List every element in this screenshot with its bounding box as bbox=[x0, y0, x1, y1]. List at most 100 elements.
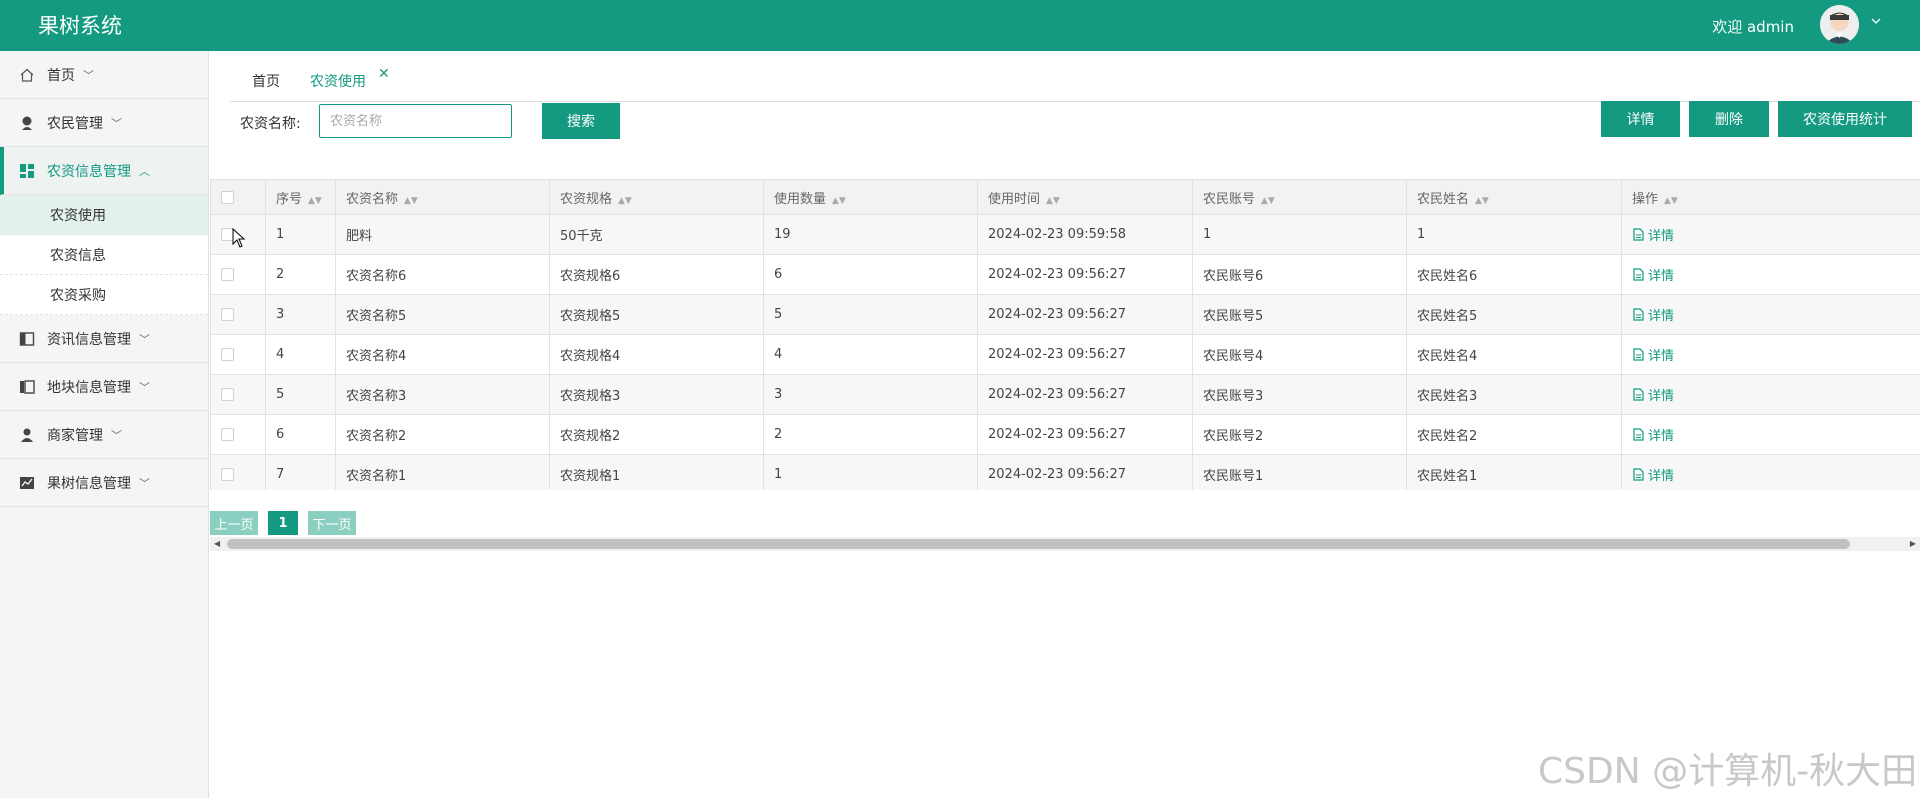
tab-bar: 首页 农资使用 ✕ bbox=[230, 62, 1920, 102]
column-header[interactable]: 序号 ▲▼ bbox=[265, 179, 336, 215]
sidebar-item-merchants[interactable]: 商家管理 ﹀ bbox=[0, 411, 208, 459]
table-cell: 2 bbox=[265, 254, 336, 295]
detail-button[interactable]: 详情 bbox=[1601, 101, 1680, 137]
row-detail-link[interactable]: 详情 bbox=[1632, 345, 1674, 364]
close-icon[interactable]: ✕ bbox=[378, 66, 390, 82]
sidebar-item-farmers[interactable]: 农民管理 ﹀ bbox=[0, 99, 208, 147]
table-cell: 农资规格5 bbox=[549, 294, 764, 335]
search-button[interactable]: 搜索 bbox=[542, 103, 620, 139]
table-row[interactable]: 3 农资名称5 农资规格5 5 2024-02-23 09:56:27 农民账号5 农民姓名… bbox=[210, 294, 1920, 335]
sidebar-item-plots[interactable]: 地块信息管理 ﹀ bbox=[0, 363, 208, 411]
user-avatar[interactable] bbox=[1820, 5, 1859, 44]
row-checkbox[interactable] bbox=[210, 414, 266, 455]
table-cell: 农资规格2 bbox=[549, 414, 764, 455]
row-checkbox[interactable] bbox=[210, 294, 266, 335]
chevron-down-icon: ﹀ bbox=[139, 332, 150, 346]
sort-icon: ▲▼ bbox=[1475, 195, 1489, 206]
chevron-up-icon: ︿ bbox=[139, 164, 150, 178]
sidebar-item-news[interactable]: 资讯信息管理 ﹀ bbox=[0, 315, 208, 363]
table-cell: 农资规格3 bbox=[549, 374, 764, 415]
table-row[interactable]: 5 农资名称3 农资规格3 3 2024-02-23 09:56:27 农民账号3 农民姓名… bbox=[210, 374, 1920, 415]
table-cell: 2024-02-23 09:56:27 bbox=[977, 454, 1193, 490]
table-cell: 6 bbox=[763, 254, 978, 295]
table-row[interactable]: 2 农资名称6 农资规格6 6 2024-02-23 09:56:27 农民账号6 农民姓名… bbox=[210, 254, 1920, 295]
column-header[interactable]: 农民账号 ▲▼ bbox=[1192, 179, 1407, 215]
column-header[interactable]: 使用数量 ▲▼ bbox=[763, 179, 978, 215]
chart-icon bbox=[18, 474, 35, 491]
table-row[interactable]: 4 农资名称4 农资规格4 4 2024-02-23 09:56:27 农民账号4 农民姓名… bbox=[210, 334, 1920, 375]
row-detail-label: 详情 bbox=[1648, 428, 1675, 444]
table-row[interactable]: 7 农资名称1 农资规格1 1 2024-02-23 09:56:27 农民账号1 农民姓名… bbox=[210, 454, 1920, 490]
top-header: 果树系统 欢迎 admin bbox=[0, 0, 1920, 51]
sidebar-item-label: 果树信息管理 bbox=[47, 475, 131, 492]
table-cell: 农资名称6 bbox=[335, 254, 550, 295]
page-number-button[interactable]: 1 bbox=[268, 511, 298, 535]
row-detail-link[interactable]: 详情 bbox=[1632, 225, 1674, 244]
column-header[interactable]: 农资规格 ▲▼ bbox=[549, 179, 764, 215]
search-input[interactable] bbox=[319, 104, 512, 138]
submenu: 农资使用 农资信息 农资采购 bbox=[0, 195, 208, 315]
usage-stats-button[interactable]: 农资使用统计 bbox=[1778, 101, 1912, 137]
document-icon bbox=[1633, 387, 1644, 401]
row-detail-label: 详情 bbox=[1648, 348, 1675, 364]
column-header[interactable]: 农民姓名 ▲▼ bbox=[1406, 179, 1622, 215]
column-header[interactable]: 操作 ▲▼ bbox=[1621, 179, 1920, 215]
select-all-checkbox[interactable] bbox=[210, 179, 266, 215]
next-page-button[interactable]: 下一页 bbox=[308, 511, 356, 535]
table-cell: 农资名称5 bbox=[335, 294, 550, 335]
delete-button[interactable]: 删除 bbox=[1689, 101, 1769, 137]
mouse-cursor-icon bbox=[232, 227, 246, 252]
table-cell: 1 bbox=[265, 214, 336, 255]
scroll-right-icon[interactable]: ▶ bbox=[1910, 537, 1916, 551]
search-label: 农资名称: bbox=[240, 116, 301, 132]
row-checkbox[interactable] bbox=[210, 334, 266, 375]
sidebar-item-supplies[interactable]: 农资信息管理 ︿ bbox=[0, 147, 208, 195]
table-cell: 2024-02-23 09:56:27 bbox=[977, 414, 1193, 455]
column-header[interactable]: 农资名称 ▲▼ bbox=[335, 179, 550, 215]
scroll-left-icon[interactable]: ◀ bbox=[214, 537, 220, 551]
row-detail-link[interactable]: 详情 bbox=[1632, 385, 1674, 404]
sidebar-subitem-usage[interactable]: 农资使用 bbox=[0, 195, 208, 235]
tab-home[interactable]: 首页 bbox=[252, 71, 280, 91]
table-cell: 农资规格4 bbox=[549, 334, 764, 375]
table-row[interactable]: 6 农资名称2 农资规格2 2 2024-02-23 09:56:27 农民账号2 农民姓名… bbox=[210, 414, 1920, 455]
row-checkbox[interactable] bbox=[210, 454, 266, 490]
chevron-down-icon[interactable] bbox=[1870, 15, 1882, 31]
prev-page-button[interactable]: 上一页 bbox=[210, 511, 258, 535]
sidebar: 首页 ﹀ 农民管理 ﹀ 农资信息管理 ︿ 农资使用 农资信息 农资采购 资讯信息… bbox=[0, 51, 209, 798]
row-detail-link[interactable]: 详情 bbox=[1632, 465, 1674, 484]
dashboard-icon bbox=[18, 162, 35, 179]
sort-icon: ▲▼ bbox=[308, 195, 322, 206]
table-cell: 1 bbox=[763, 454, 978, 490]
row-checkbox[interactable] bbox=[210, 254, 266, 295]
sidebar-subitem-purchase[interactable]: 农资采购 bbox=[0, 275, 208, 315]
table-cell: 农民账号5 bbox=[1192, 294, 1407, 335]
document-icon bbox=[1633, 307, 1644, 321]
table-cell: 农资名称3 bbox=[335, 374, 550, 415]
sidebar-item-home[interactable]: 首页 ﹀ bbox=[0, 51, 208, 99]
sidebar-item-trees[interactable]: 果树信息管理 ﹀ bbox=[0, 459, 208, 507]
tab-supply-usage[interactable]: 农资使用 bbox=[310, 71, 366, 91]
column-header[interactable]: 使用时间 ▲▼ bbox=[977, 179, 1193, 215]
table-row[interactable]: 1 肥料 50千克 19 2024-02-23 09:59:58 1 1 详情 bbox=[210, 214, 1920, 255]
sidebar-item-label: 首页 bbox=[47, 67, 75, 84]
table-cell: 5 bbox=[763, 294, 978, 335]
row-checkbox[interactable] bbox=[210, 374, 266, 415]
horizontal-scrollbar[interactable]: ◀ ▶ bbox=[210, 537, 1920, 551]
row-detail-link[interactable]: 详情 bbox=[1632, 265, 1674, 284]
scrollbar-thumb[interactable] bbox=[227, 539, 1850, 549]
welcome-text: 欢迎 admin bbox=[1712, 18, 1794, 36]
table-cell: 肥料 bbox=[335, 214, 550, 255]
table-cell: 3 bbox=[265, 294, 336, 335]
row-detail-link[interactable]: 详情 bbox=[1632, 425, 1674, 444]
row-detail-label: 详情 bbox=[1648, 388, 1675, 404]
table-cell: 2024-02-23 09:59:58 bbox=[977, 214, 1193, 255]
row-detail-label: 详情 bbox=[1648, 228, 1675, 244]
row-detail-link[interactable]: 详情 bbox=[1632, 305, 1674, 324]
table-cell: 农资名称1 bbox=[335, 454, 550, 490]
table-cell: 农民账号3 bbox=[1192, 374, 1407, 415]
document-icon bbox=[1633, 267, 1644, 281]
chevron-down-icon: ﹀ bbox=[139, 476, 150, 490]
sidebar-subitem-info[interactable]: 农资信息 bbox=[0, 235, 208, 275]
table-cell: 农资名称4 bbox=[335, 334, 550, 375]
